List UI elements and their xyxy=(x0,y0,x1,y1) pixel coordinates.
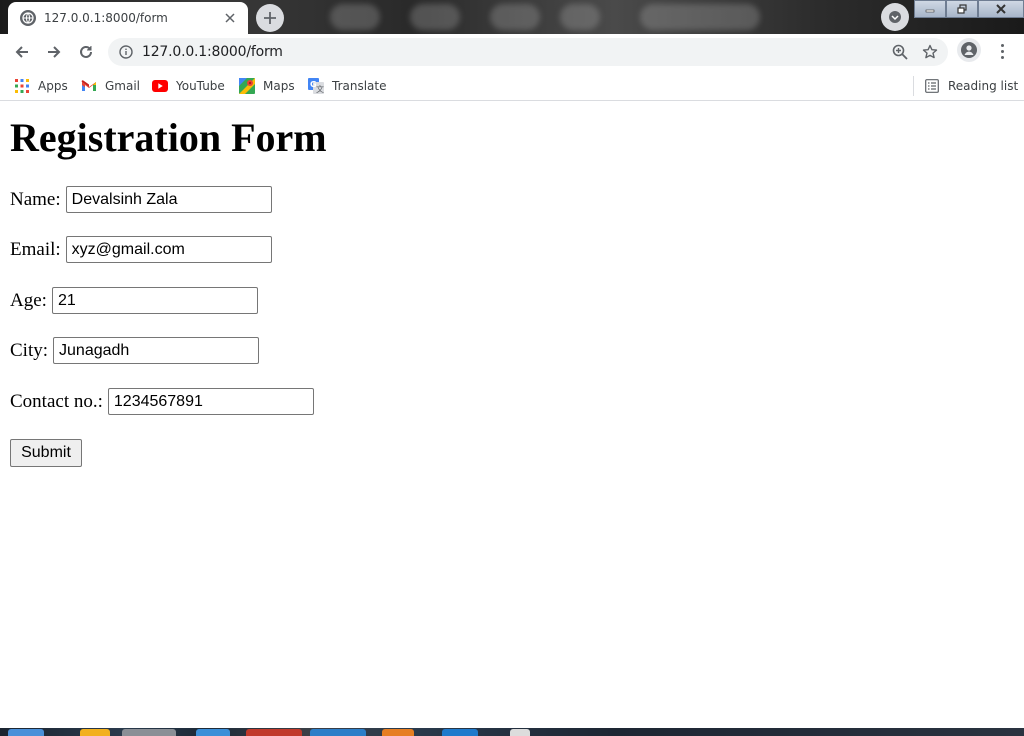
taskbar-folder-icon[interactable] xyxy=(80,729,110,736)
age-label: Age: xyxy=(10,289,47,311)
age-input[interactable] xyxy=(51,287,258,314)
minimize-button[interactable] xyxy=(914,0,946,18)
globe-icon xyxy=(20,10,36,26)
bookmarks-divider xyxy=(913,76,914,96)
maps-icon xyxy=(239,78,255,94)
bookmark-gmail[interactable]: Gmail xyxy=(81,76,140,96)
back-button[interactable] xyxy=(8,38,36,66)
arrow-right-icon xyxy=(48,46,61,58)
restore-button[interactable] xyxy=(946,0,978,18)
taskbar-app-icon[interactable] xyxy=(122,729,176,736)
close-window-button[interactable] xyxy=(978,0,1024,18)
form-row-city: City: xyxy=(10,337,260,364)
svg-text:文: 文 xyxy=(316,84,324,94)
browser-tab[interactable]: 127.0.0.1:8000/form xyxy=(8,2,248,34)
bookmark-label: Apps xyxy=(38,79,68,93)
form-row-contact: Contact no.: xyxy=(10,388,314,415)
page-title: Registration Form xyxy=(10,115,327,160)
translate-icon: G文 xyxy=(308,78,324,94)
close-icon xyxy=(996,4,1006,14)
contact-input[interactable] xyxy=(107,388,314,415)
restore-icon xyxy=(957,4,967,14)
taskbar-app-icon[interactable] xyxy=(196,729,230,736)
forward-button[interactable] xyxy=(40,38,68,66)
bookmark-translate[interactable]: G文 Translate xyxy=(308,76,387,96)
bookmark-maps[interactable]: Maps xyxy=(239,76,295,96)
bookmark-label: YouTube xyxy=(176,79,225,93)
address-bar[interactable]: 127.0.0.1:8000/form xyxy=(108,38,948,66)
browser-toolbar: 127.0.0.1:8000/form xyxy=(0,34,1024,70)
os-taskbar xyxy=(0,728,1024,736)
taskbar-chrome-icon[interactable] xyxy=(246,729,302,736)
reading-list-icon xyxy=(924,78,940,94)
zoom-icon[interactable] xyxy=(892,44,908,65)
bookmark-youtube[interactable]: YouTube xyxy=(152,76,225,96)
apps-grid-icon xyxy=(14,78,30,94)
tab-search-button[interactable] xyxy=(881,3,909,31)
bookmarks-bar: Apps Gmail YouTube Maps G文 Translate Rea… xyxy=(0,70,1024,101)
reload-icon xyxy=(80,45,92,58)
bookmark-label: Translate xyxy=(332,79,387,93)
contact-label: Contact no.: xyxy=(10,390,103,412)
submit-button[interactable]: Submit xyxy=(10,439,82,467)
email-input[interactable] xyxy=(65,236,272,263)
city-input[interactable] xyxy=(53,337,260,364)
form-row-name: Name: xyxy=(10,186,272,213)
window-controls xyxy=(914,0,1024,18)
arrow-left-icon xyxy=(15,46,28,58)
youtube-icon xyxy=(152,78,168,94)
email-label: Email: xyxy=(10,238,61,260)
tab-close-icon[interactable] xyxy=(222,10,238,26)
reading-list-label: Reading list xyxy=(948,79,1019,93)
url-text: 127.0.0.1:8000/form xyxy=(142,44,283,60)
taskbar-app-icon[interactable] xyxy=(510,729,530,736)
info-icon[interactable] xyxy=(118,44,134,60)
reading-list-button[interactable]: Reading list xyxy=(924,76,1018,96)
taskbar-start-icon[interactable] xyxy=(8,729,44,736)
bookmark-apps[interactable]: Apps xyxy=(14,76,68,96)
bookmark-label: Gmail xyxy=(105,79,141,93)
profile-avatar-icon[interactable] xyxy=(957,38,981,62)
taskbar-app-icon[interactable] xyxy=(442,729,478,736)
name-label: Name: xyxy=(10,188,61,210)
taskbar-app-icon[interactable] xyxy=(382,729,414,736)
bookmark-label: Maps xyxy=(263,79,295,93)
gmail-icon xyxy=(81,78,97,94)
form-row-email: Email: xyxy=(10,236,272,263)
taskbar-app-icon[interactable] xyxy=(310,729,366,736)
chevron-down-circle-icon xyxy=(889,11,901,23)
page-content: Registration Form Name: Email: Age: City… xyxy=(0,102,1024,728)
name-input[interactable] xyxy=(65,186,272,213)
plus-icon xyxy=(264,12,276,24)
bookmark-star-icon[interactable] xyxy=(922,44,938,65)
kebab-menu-icon[interactable] xyxy=(996,40,1008,62)
tab-strip: 127.0.0.1:8000/form xyxy=(0,0,1024,34)
minimize-icon xyxy=(925,9,935,13)
city-label: City: xyxy=(10,339,49,361)
tab-title: 127.0.0.1:8000/form xyxy=(44,11,168,25)
reload-button[interactable] xyxy=(72,38,100,66)
new-tab-button[interactable] xyxy=(256,4,284,32)
form-row-age: Age: xyxy=(10,287,258,314)
